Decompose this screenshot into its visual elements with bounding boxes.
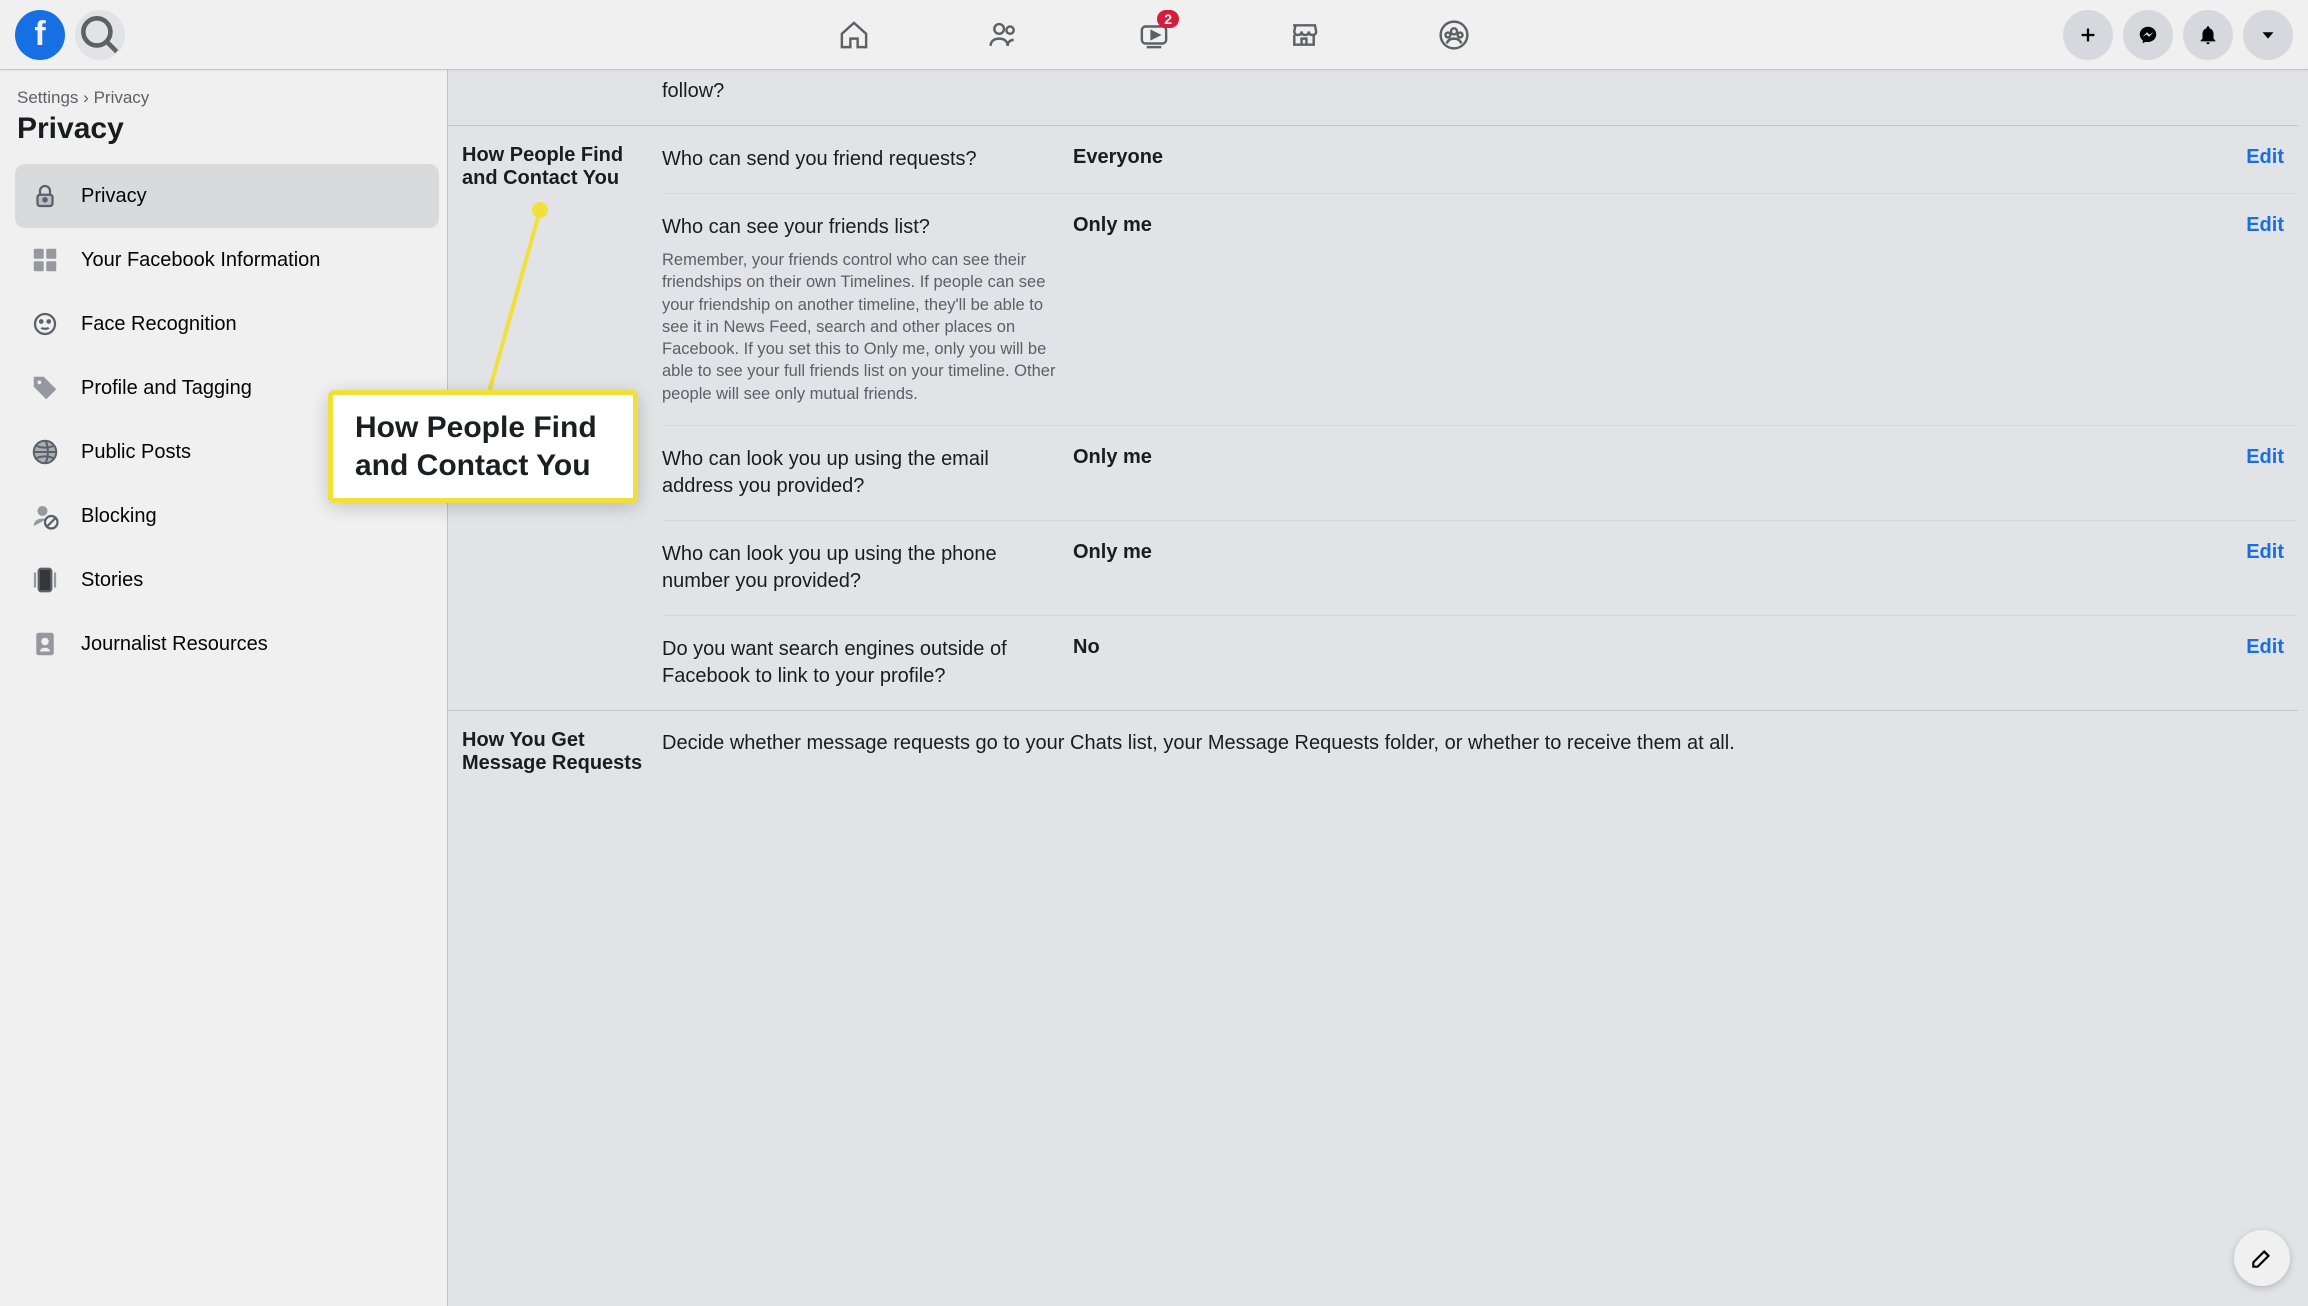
- create-button[interactable]: [2063, 10, 2113, 60]
- content-area: Settings › Privacy Privacy Privacy Your …: [0, 70, 2308, 1306]
- message-requests-intro: Decide whether message requests go to yo…: [662, 729, 2284, 757]
- blocking-icon: [25, 496, 65, 536]
- left-sidebar: Settings › Privacy Privacy Privacy Your …: [0, 70, 448, 1306]
- sidebar-item-profile-tagging[interactable]: Profile and Tagging: [15, 356, 439, 420]
- edit-link[interactable]: Edit: [2246, 146, 2284, 169]
- sidebar-item-journalist-resources[interactable]: Journalist Resources: [15, 612, 439, 676]
- setting-lookup-email: Who can look you up using the email addr…: [662, 425, 2298, 520]
- setting-value: Only me: [1073, 541, 1293, 564]
- section-heading-find-contact: How People Find and Contact You: [448, 126, 662, 710]
- setting-search-engines: Do you want search engines outside of Fa…: [662, 615, 2298, 710]
- account-menu-button[interactable]: [2243, 10, 2293, 60]
- setting-question: Who can send you friend requests?: [662, 146, 1057, 173]
- edit-link[interactable]: Edit: [2246, 446, 2284, 469]
- notifications-button[interactable]: [2183, 10, 2233, 60]
- caret-down-icon: [2257, 24, 2279, 46]
- setting-friends-list: Who can see your friends list? Remember,…: [662, 193, 2298, 425]
- top-nav: f 2: [0, 0, 2308, 70]
- sidebar-item-your-information[interactable]: Your Facebook Information: [15, 228, 439, 292]
- globe-icon: [25, 432, 65, 472]
- page-title: Privacy: [17, 112, 439, 146]
- nav-home[interactable]: [779, 0, 929, 70]
- setting-value: Everyone: [1073, 146, 1293, 169]
- sidebar-item-public-posts[interactable]: Public Posts: [15, 420, 439, 484]
- sidebar-item-face-recognition[interactable]: Face Recognition: [15, 292, 439, 356]
- setting-friend-requests: Who can send you friend requests? Everyo…: [662, 126, 2298, 193]
- breadcrumb-sep: ›: [83, 88, 89, 107]
- breadcrumb: Settings › Privacy: [15, 88, 439, 108]
- sidebar-item-label: Blocking: [81, 505, 157, 528]
- setting-question: Who can see your friends list? Remember,…: [662, 214, 1057, 405]
- sidebar-item-label: Privacy: [81, 185, 147, 208]
- facebook-logo[interactable]: f: [15, 10, 65, 60]
- sidebar-item-privacy[interactable]: Privacy: [15, 164, 439, 228]
- watch-badge: 2: [1157, 10, 1179, 29]
- info-grid-icon: [25, 240, 65, 280]
- edit-link[interactable]: Edit: [2246, 636, 2284, 659]
- bell-icon: [2197, 24, 2219, 46]
- section-find-contact: How People Find and Contact You Who can …: [448, 125, 2298, 710]
- edit-link[interactable]: Edit: [2246, 541, 2284, 564]
- home-icon: [837, 18, 871, 52]
- nav-groups[interactable]: [1379, 0, 1529, 70]
- sidebar-item-stories[interactable]: Stories: [15, 548, 439, 612]
- setting-value: Only me: [1073, 446, 1293, 469]
- header-right: [2063, 10, 2293, 60]
- nav-marketplace[interactable]: [1229, 0, 1379, 70]
- compose-fab[interactable]: [2234, 1230, 2290, 1286]
- compose-icon: [2249, 1245, 2275, 1271]
- breadcrumb-root[interactable]: Settings: [17, 88, 78, 107]
- lock-icon: [25, 176, 65, 216]
- sidebar-item-label: Face Recognition: [81, 313, 237, 336]
- section-heading-message-requests: How You Get Message Requests: [448, 711, 662, 793]
- nav-friends[interactable]: [929, 0, 1079, 70]
- setting-question: Who can look you up using the phone numb…: [662, 541, 1057, 595]
- journalist-icon: [25, 624, 65, 664]
- sidebar-item-label: Stories: [81, 569, 143, 592]
- messenger-icon: [2137, 24, 2159, 46]
- stories-icon: [25, 560, 65, 600]
- marketplace-icon: [1287, 18, 1321, 52]
- setting-lookup-phone: Who can look you up using the phone numb…: [662, 520, 2298, 615]
- search-icon: [75, 10, 125, 60]
- face-icon: [25, 304, 65, 344]
- sidebar-nav: Privacy Your Facebook Information Face R…: [15, 164, 439, 676]
- search-button[interactable]: [75, 10, 125, 60]
- setting-value: Only me: [1073, 214, 1293, 237]
- messenger-button[interactable]: [2123, 10, 2173, 60]
- sidebar-item-label: Profile and Tagging: [81, 377, 252, 400]
- sidebar-item-label: Your Facebook Information: [81, 249, 320, 272]
- setting-question: Who can look you up using the email addr…: [662, 446, 1057, 500]
- fragment-top-question: follow?: [662, 78, 1057, 105]
- setting-value: No: [1073, 636, 1293, 659]
- sidebar-item-blocking[interactable]: Blocking: [15, 484, 439, 548]
- edit-link[interactable]: Edit: [2246, 214, 2284, 237]
- section-message-requests: How You Get Message Requests Decide whet…: [448, 710, 2298, 793]
- setting-question: Do you want search engines outside of Fa…: [662, 636, 1057, 690]
- groups-icon: [1437, 18, 1471, 52]
- plus-icon: [2077, 24, 2099, 46]
- friends-icon: [987, 18, 1021, 52]
- main-settings: follow? How People Find and Contact You …: [448, 70, 2308, 1306]
- section-fragment-top: follow?: [448, 70, 2298, 125]
- sidebar-item-label: Journalist Resources: [81, 633, 268, 656]
- sidebar-item-label: Public Posts: [81, 441, 191, 464]
- setting-description: Remember, your friends control who can s…: [662, 249, 1057, 405]
- nav-watch[interactable]: 2: [1079, 0, 1229, 70]
- header-center-nav: 2: [779, 0, 1529, 70]
- header-left: f: [15, 10, 125, 60]
- tag-icon: [25, 368, 65, 408]
- find-contact-settings: Who can send you friend requests? Everyo…: [662, 126, 2298, 710]
- breadcrumb-leaf: Privacy: [94, 88, 150, 107]
